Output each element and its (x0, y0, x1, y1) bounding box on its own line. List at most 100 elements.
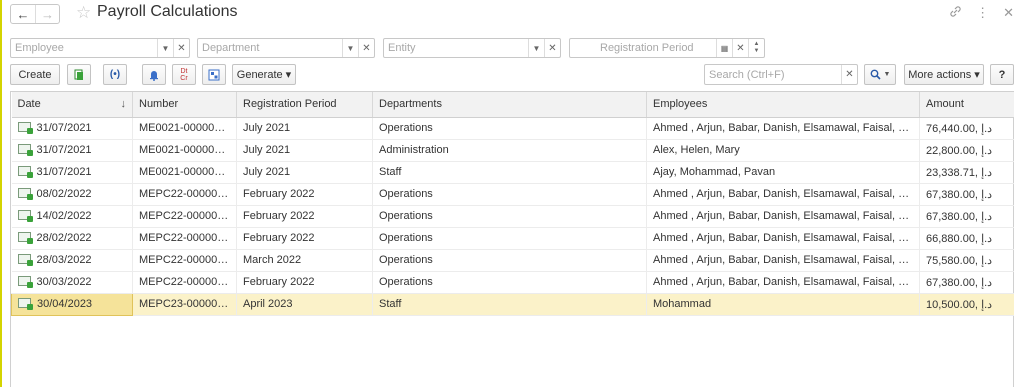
table-row[interactable]: 31/07/2021 ME0021-00000002 July 2021 Adm… (11, 139, 1014, 162)
date-value: 14/02/2022 (36, 210, 92, 222)
employee-filter[interactable]: Employee ▼ ✕ (10, 38, 190, 58)
cell-number: ME0021-00000002 (132, 139, 237, 162)
favorite-star-icon[interactable]: ☆ (76, 3, 91, 23)
registration-period-input[interactable]: Registration Period (570, 42, 716, 54)
document-posted-icon (17, 276, 33, 288)
clear-icon[interactable]: ✕ (544, 39, 560, 57)
registration-period-filter[interactable]: Registration Period ▦ ✕ ▲ ▼ (569, 38, 765, 58)
more-actions-label: More actions ▾ (908, 69, 980, 81)
search-input[interactable]: Search (Ctrl+F) (705, 69, 841, 81)
date-value: 30/04/2023 (37, 298, 93, 310)
department-filter[interactable]: Department ▼ ✕ (197, 38, 375, 58)
document-posted-icon (17, 232, 33, 244)
date-value: 31/07/2021 (36, 122, 92, 134)
column-header-number[interactable]: Number (132, 92, 237, 118)
table-row[interactable]: 31/07/2021 ME0021-00000003 July 2021 Sta… (11, 161, 1014, 184)
document-posted-icon (17, 144, 33, 156)
cell-period: February 2022 (236, 271, 373, 294)
help-button[interactable]: ? (990, 64, 1014, 85)
bell-icon (150, 70, 158, 81)
column-header-registration-period[interactable]: Registration Period (236, 92, 373, 118)
table-row[interactable]: 14/02/2022 MEPC22-00000003 February 2022… (11, 205, 1014, 228)
cell-period: July 2021 (236, 139, 373, 162)
calendar-icon[interactable]: ▦ (716, 39, 732, 57)
cell-departments: Staff (372, 161, 647, 184)
clear-icon[interactable]: ✕ (358, 39, 374, 57)
cell-date: 28/02/2022 (11, 227, 133, 250)
table-row[interactable]: 30/03/2022 MEPC22-00000005 February 2022… (11, 271, 1014, 294)
clear-icon[interactable]: ✕ (173, 39, 189, 57)
navigation-buttons: ← → (10, 4, 60, 24)
window-controls: ⋮ ✕ (949, 5, 1014, 21)
cell-departments: Operations (372, 205, 647, 228)
table-row[interactable]: 28/03/2022 MEPC22-00000004 March 2022 Op… (11, 249, 1014, 272)
column-header-registration-period-label: Registration Period (243, 98, 337, 111)
column-header-departments-label: Departments (379, 98, 442, 111)
back-button[interactable]: ← (11, 5, 35, 23)
more-icon[interactable]: ⋮ (976, 5, 989, 21)
column-header-amount[interactable]: Amount (919, 92, 1014, 118)
cell-employees: Ajay, Mohammad, Pavan (646, 161, 920, 184)
cell-amount: 67,380.00, د.إ (919, 183, 1014, 206)
cell-number: ME0021-00000003 (132, 161, 237, 184)
forward-button[interactable]: → (35, 5, 59, 23)
table-row[interactable]: 31/07/2021 ME0021-00000001 July 2021 Ope… (11, 117, 1014, 140)
date-value: 31/07/2021 (36, 166, 92, 178)
cell-amount: 66,880.00, د.إ (919, 227, 1014, 250)
column-header-employees[interactable]: Employees (646, 92, 920, 118)
document-posted-icon (17, 166, 33, 178)
chevron-down-icon[interactable]: ▼ (342, 39, 358, 57)
table-row-selected[interactable]: 30/04/2023 MEPC23-00000001 April 2023 St… (11, 292, 1014, 316)
cell-period: February 2022 (236, 227, 373, 250)
cell-period: July 2021 (236, 161, 373, 184)
report-button[interactable] (202, 64, 226, 85)
copy-button[interactable] (67, 64, 91, 85)
cell-date: 31/07/2021 (11, 117, 133, 140)
cell-employees: Ahmed , Arjun, Babar, Danish, Elsamawal,… (646, 183, 920, 206)
date-value: 28/03/2022 (36, 254, 92, 266)
debit-credit-icon: Dt Cr (180, 67, 188, 82)
cell-departments: Operations (372, 249, 647, 272)
cell-number: MEPC22-00000002 (132, 183, 237, 206)
chevron-down-icon[interactable]: ▼ (528, 39, 544, 57)
forward-arrow-icon: → (41, 6, 54, 22)
department-filter-input[interactable]: Department (198, 42, 342, 54)
document-posted-icon (17, 188, 33, 200)
chevron-down-icon[interactable]: ▼ (157, 39, 173, 57)
debit-credit-button[interactable]: Dt Cr (172, 64, 196, 85)
broadcast-button[interactable]: (•) (103, 64, 127, 85)
search-button[interactable]: ▼ (864, 64, 896, 85)
date-value: 28/02/2022 (36, 232, 92, 244)
table-row[interactable]: 08/02/2022 MEPC22-00000002 February 2022… (11, 183, 1014, 206)
entity-filter[interactable]: Entity ▼ ✕ (383, 38, 561, 58)
date-value: 31/07/2021 (36, 144, 92, 156)
notification-button[interactable] (142, 64, 166, 85)
cell-number: MEPC22-00000003 (132, 205, 237, 228)
column-header-number-label: Number (139, 98, 179, 111)
document-posted-icon (18, 298, 33, 310)
cell-amount: 23,338.71, د.إ (919, 161, 1014, 184)
cell-number: MEPC23-00000001 (132, 293, 237, 316)
broadcast-icon: (•) (109, 69, 121, 80)
search-box[interactable]: Search (Ctrl+F) ✕ (704, 64, 858, 85)
cell-employees: Ahmed , Arjun, Babar, Danish, Elsamawal,… (646, 271, 920, 294)
clear-icon[interactable]: ✕ (732, 39, 748, 57)
column-header-departments[interactable]: Departments (372, 92, 647, 118)
cell-departments: Operations (372, 227, 647, 250)
cell-departments: Operations (372, 183, 647, 206)
table-header-row: Date ↓ Number Registration Period Departm… (11, 92, 1014, 118)
close-icon[interactable]: ✕ (1003, 5, 1014, 21)
link-icon[interactable] (949, 5, 962, 21)
create-button[interactable]: Create (10, 64, 60, 85)
table-row[interactable]: 28/02/2022 MEPC22-00000001 February 2022… (11, 227, 1014, 250)
cell-departments: Operations (372, 271, 647, 294)
entity-filter-input[interactable]: Entity (384, 42, 528, 54)
generate-button[interactable]: Generate ▾ (232, 64, 296, 85)
cell-number: MEPC22-00000004 (132, 249, 237, 272)
period-stepper-icon[interactable]: ▲ ▼ (748, 39, 764, 57)
more-actions-button[interactable]: More actions ▾ (904, 64, 984, 85)
column-header-date[interactable]: Date ↓ (11, 92, 133, 118)
cell-departments: Administration (372, 139, 647, 162)
employee-filter-input[interactable]: Employee (11, 42, 157, 54)
clear-search-icon[interactable]: ✕ (841, 65, 857, 84)
